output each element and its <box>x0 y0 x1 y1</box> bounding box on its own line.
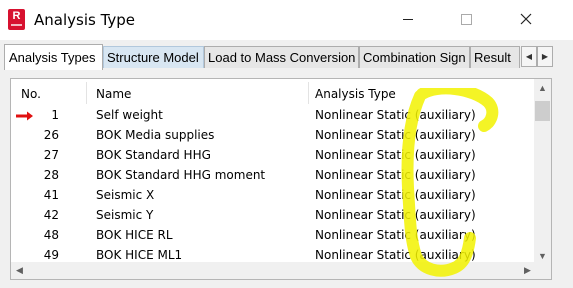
scroll-up-button[interactable]: ▲ <box>534 79 551 96</box>
chevron-left-icon: ◀ <box>16 265 23 275</box>
row-name: BOK HICE ML1 <box>96 248 183 262</box>
row-name: BOK Standard HHG <box>96 148 211 162</box>
tab-strip: Analysis Types Structure Model Load to M… <box>0 40 573 70</box>
scrollbar-corner <box>534 262 551 279</box>
row-analysis-type[interactable]: Nonlinear Static (auxiliary) <box>315 128 476 142</box>
tab-result[interactable]: Result <box>470 46 520 68</box>
maximize-icon <box>460 13 472 25</box>
row-name: Self weight <box>96 108 163 122</box>
table-row-current[interactable]: 1 Self weight Nonlinear Static (auxiliar… <box>11 106 531 126</box>
minimize-button[interactable] <box>385 4 431 34</box>
chevron-up-icon: ▲ <box>538 82 547 93</box>
row-analysis-type[interactable]: Nonlinear Static (auxiliary) <box>315 208 476 222</box>
row-name: Seismic X <box>96 188 155 202</box>
tab-combination-sign[interactable]: Combination Sign <box>359 46 470 68</box>
column-divider[interactable] <box>86 82 87 104</box>
horizontal-scrollbar[interactable]: ◀ ▶ <box>11 262 536 279</box>
maximize-button <box>443 4 489 34</box>
triangle-left-icon: ◀ <box>525 52 533 61</box>
row-name: BOK HICE RL <box>96 228 173 242</box>
row-analysis-type[interactable]: Nonlinear Static (auxiliary) <box>315 248 476 262</box>
row-analysis-type[interactable]: Nonlinear Static (auxiliary) <box>315 188 476 202</box>
table-row[interactable]: 42 Seismic Y Nonlinear Static (auxiliary… <box>11 206 531 226</box>
table-row[interactable]: 48 BOK HICE RL Nonlinear Static (auxilia… <box>11 226 531 246</box>
row-number: 27 <box>43 148 59 162</box>
row-number: 49 <box>43 248 59 262</box>
chevron-right-icon: ▶ <box>524 265 531 275</box>
vertical-scrollbar[interactable]: ▲ ▼ <box>534 79 551 264</box>
scroll-left-button[interactable]: ◀ <box>11 262 28 279</box>
close-icon <box>520 13 532 25</box>
row-name: BOK Media supplies <box>96 128 215 142</box>
tab-load-to-mass-conversion[interactable]: Load to Mass Conversion <box>204 46 359 68</box>
row-number: 1 <box>51 108 59 122</box>
revit-app-icon: R <box>8 9 25 30</box>
table-row[interactable]: 41 Seismic X Nonlinear Static (auxiliary… <box>11 186 531 206</box>
row-analysis-type[interactable]: Nonlinear Static (auxiliary) <box>315 228 476 242</box>
row-name: BOK Standard HHG moment <box>96 168 266 182</box>
row-name: Seismic Y <box>96 208 154 222</box>
tab-structure-model[interactable]: Structure Model <box>103 46 204 68</box>
tab-analysis-types[interactable]: Analysis Types <box>4 44 103 70</box>
row-number: 48 <box>43 228 59 242</box>
tab-scroll-right-button[interactable]: ▶ <box>537 46 553 67</box>
table-row[interactable]: 26 BOK Media supplies Nonlinear Static (… <box>11 126 531 146</box>
tab-scroll-left-button[interactable]: ◀ <box>521 46 537 67</box>
column-divider[interactable] <box>308 82 309 104</box>
row-analysis-type[interactable]: Nonlinear Static (auxiliary) <box>315 168 476 182</box>
table-row[interactable]: 28 BOK Standard HHG moment Nonlinear Sta… <box>11 166 531 186</box>
window-title: Analysis Type <box>34 11 136 29</box>
column-header-no[interactable]: No. <box>21 87 41 101</box>
column-header-name[interactable]: Name <box>96 87 131 101</box>
row-analysis-type[interactable]: Nonlinear Static (auxiliary) <box>315 108 476 122</box>
chevron-down-icon: ▼ <box>538 250 547 261</box>
vertical-scroll-thumb[interactable] <box>535 101 550 121</box>
table-row[interactable]: 27 BOK Standard HHG Nonlinear Static (au… <box>11 146 531 166</box>
row-number: 26 <box>43 128 59 142</box>
analysis-types-table: No. Name Analysis Type 1 Self weight Non… <box>10 78 552 280</box>
row-analysis-type[interactable]: Nonlinear Static (auxiliary) <box>315 148 476 162</box>
row-number: 41 <box>43 188 59 202</box>
triangle-right-icon: ▶ <box>541 52 549 61</box>
column-header-analysis-type[interactable]: Analysis Type <box>315 87 396 101</box>
close-button[interactable] <box>503 4 549 34</box>
row-number: 42 <box>43 208 59 222</box>
title-bar: R Analysis Type <box>0 0 573 40</box>
row-number: 28 <box>43 168 59 182</box>
minimize-icon <box>403 18 413 20</box>
